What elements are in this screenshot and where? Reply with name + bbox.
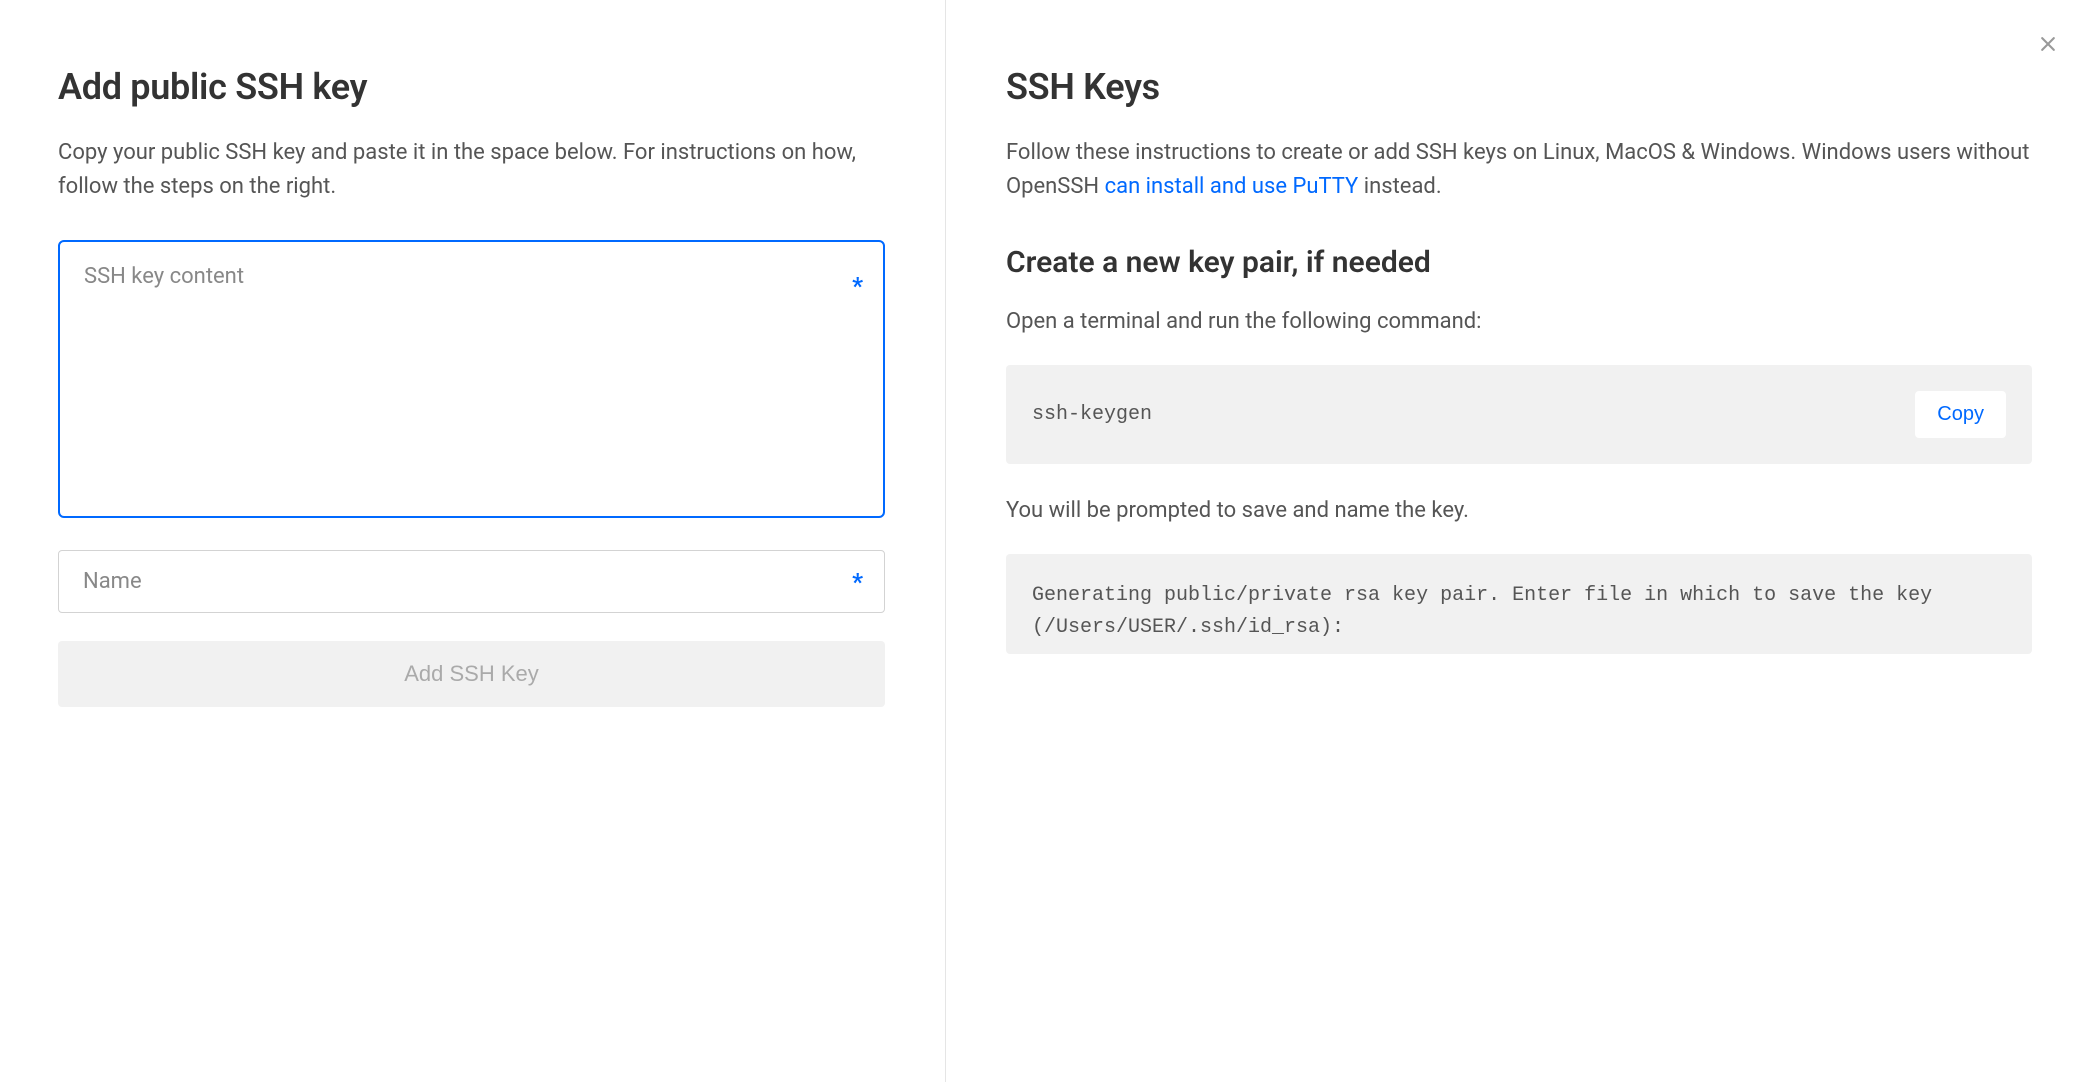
create-keypair-heading: Create a new key pair, if needed [1006, 240, 2032, 285]
command-text: ssh-keygen [1032, 400, 1152, 430]
ssh-key-name-input[interactable] [58, 550, 885, 613]
command-block: ssh-keygen Copy [1006, 365, 2032, 464]
putty-link[interactable]: can install and use PuTTY [1105, 174, 1359, 199]
name-field-wrapper: * [58, 550, 885, 613]
ssh-content-field-wrapper: * [58, 240, 885, 526]
page-description: Copy your public SSH key and paste it in… [58, 136, 885, 204]
instructions-panel: SSH Keys Follow these instructions to cr… [945, 0, 2092, 1082]
step1-instruction: Open a terminal and run the following co… [1006, 305, 2032, 339]
close-icon [2038, 34, 2058, 54]
page-title: Add public SSH key [58, 60, 885, 114]
step2-instruction: You will be prompted to save and name th… [1006, 494, 2032, 528]
copy-button[interactable]: Copy [1915, 391, 2006, 438]
instructions-title: SSH Keys [1006, 60, 2032, 114]
intro-text-after: instead. [1358, 174, 1441, 199]
ssh-key-content-input[interactable] [58, 240, 885, 518]
required-asterisk-icon: * [852, 564, 863, 600]
instructions-intro: Follow these instructions to create or a… [1006, 136, 2032, 204]
required-asterisk-icon: * [852, 268, 863, 304]
terminal-output-block: Generating public/private rsa key pair. … [1006, 554, 2032, 654]
add-key-panel: Add public SSH key Copy your public SSH … [0, 0, 945, 1082]
add-ssh-key-button[interactable]: Add SSH Key [58, 641, 885, 707]
close-button[interactable] [2034, 30, 2062, 58]
